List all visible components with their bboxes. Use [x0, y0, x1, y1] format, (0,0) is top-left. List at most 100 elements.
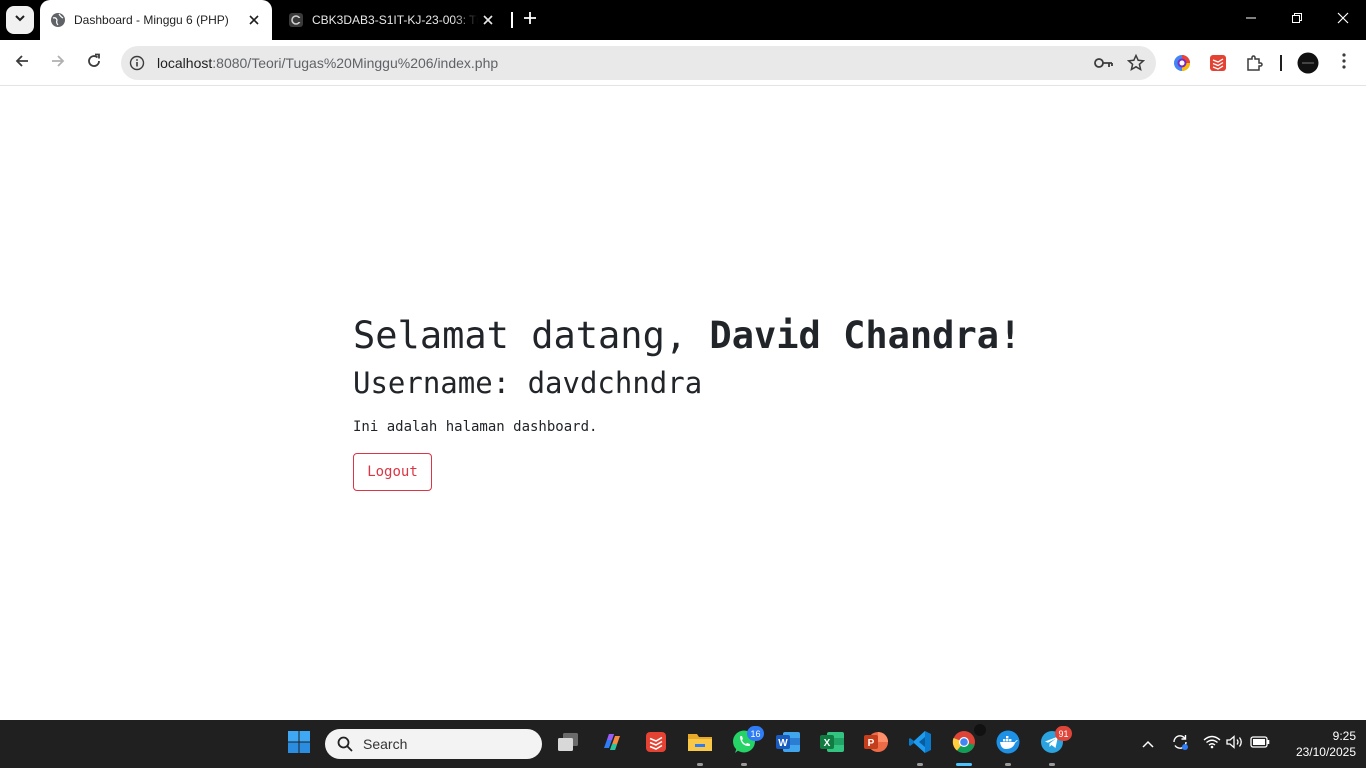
taskbar-clock[interactable]: 9:25 23/10/2025: [1276, 728, 1356, 760]
active-indicator: [956, 763, 972, 766]
taskbar: Search 16 W X P 91 9:25 23/10/2025: [0, 720, 1366, 768]
site-info-icon[interactable]: [129, 55, 145, 71]
close-icon: [1337, 11, 1349, 29]
back-button[interactable]: [8, 49, 36, 77]
tray-overflow-button[interactable]: [1138, 734, 1158, 754]
wifi-button[interactable]: [1202, 734, 1222, 754]
tab-separator: [511, 12, 513, 28]
key-icon[interactable]: [1094, 53, 1114, 73]
file-explorer-button[interactable]: [684, 728, 716, 766]
whatsapp-badge: 16: [747, 726, 764, 741]
profile-avatar[interactable]: [1297, 52, 1319, 74]
powerpoint-icon: P: [863, 730, 889, 759]
running-indicator: [697, 763, 703, 766]
vscode-icon: [908, 730, 932, 759]
restore-icon: [1291, 11, 1303, 29]
todoist-extension-icon[interactable]: [1207, 52, 1229, 74]
toolbar-divider: [1280, 55, 1282, 71]
minimize-icon: [1245, 11, 1257, 29]
menu-button[interactable]: [1333, 52, 1355, 74]
star-icon[interactable]: [1126, 53, 1146, 73]
wifi-icon: [1203, 735, 1221, 754]
browser-toolbar: localhost:8080/Teori/Tugas%20Minggu%206/…: [0, 40, 1366, 86]
welcome-suffix: !: [999, 314, 1022, 357]
todoist-icon: [645, 731, 667, 758]
telegram-badge: 91: [1055, 726, 1072, 741]
user-fullname: David Chandra: [709, 314, 1000, 357]
chrome-icon: [952, 730, 976, 759]
excel-icon: X: [819, 730, 845, 759]
folder-icon: [687, 731, 713, 758]
running-indicator: [917, 763, 923, 766]
clock-date: 23/10/2025: [1295, 745, 1356, 759]
new-tab-button[interactable]: [518, 8, 542, 32]
sync-icon: [1171, 733, 1189, 756]
url-text[interactable]: localhost:8080/Teori/Tugas%20Minggu%206/…: [157, 55, 498, 71]
puzzle-icon[interactable]: [1243, 52, 1265, 74]
dashboard-description: Ini adalah halaman dashboard.: [353, 419, 598, 435]
speaker-icon: [1226, 734, 1244, 754]
volume-button[interactable]: [1225, 734, 1245, 754]
forward-button[interactable]: [44, 49, 72, 77]
sync-status-button[interactable]: [1170, 734, 1190, 754]
tab-title: CBK3DAB3-S1IT-KJ-23-003: Tugas: [312, 13, 478, 27]
taskbar-search[interactable]: Search: [325, 729, 542, 759]
reload-button[interactable]: [80, 49, 108, 77]
tab-dashboard[interactable]: Dashboard - Minggu 6 (PHP): [40, 0, 272, 40]
welcome-heading: Selamat datang, David Chandra!: [353, 312, 1021, 360]
welcome-prefix: Selamat datang,: [353, 314, 710, 357]
tab-search-button[interactable]: [6, 6, 34, 34]
course-site-icon: [288, 12, 304, 28]
url-path: :8080/Teori/Tugas%20Minggu%206/index.php: [212, 55, 499, 71]
windows-icon: [287, 730, 311, 759]
running-indicator: [1049, 763, 1055, 766]
address-bar[interactable]: localhost:8080/Teori/Tugas%20Minggu%206/…: [121, 46, 1156, 80]
color-picker-extension-icon[interactable]: [1171, 52, 1193, 74]
tab-cbk3dab3[interactable]: CBK3DAB3-S1IT-KJ-23-003: Tugas: [278, 0, 506, 40]
logout-button[interactable]: Logout: [353, 453, 432, 491]
chevron-down-icon: [14, 11, 26, 29]
clock-time: 9:25: [1332, 729, 1356, 743]
url-host: localhost: [157, 55, 213, 71]
minimize-button[interactable]: [1228, 0, 1274, 40]
close-window-button[interactable]: [1320, 0, 1366, 40]
word-button[interactable]: W: [772, 728, 804, 760]
dashboard-content: Selamat datang, David Chandra! Username:…: [353, 312, 1021, 491]
battery-button[interactable]: [1250, 734, 1270, 754]
svg-text:W: W: [778, 738, 788, 749]
tab-strip: Dashboard - Minggu 6 (PHP) CBK3DAB3-S1IT…: [0, 0, 1366, 40]
close-icon[interactable]: [478, 10, 498, 30]
powerpoint-button[interactable]: P: [860, 728, 892, 760]
battery-icon: [1250, 735, 1270, 753]
reload-icon: [86, 53, 102, 74]
tab-title: Dashboard - Minggu 6 (PHP): [74, 13, 229, 27]
close-icon[interactable]: [244, 10, 264, 30]
chrome-button[interactable]: [948, 724, 986, 766]
task-view-button[interactable]: [552, 728, 584, 760]
word-icon: W: [775, 730, 801, 759]
chrome-profile-badge: [974, 724, 986, 736]
docker-icon: [995, 730, 1021, 759]
username-heading: Username: davdchndra: [353, 366, 703, 400]
restore-button[interactable]: [1274, 0, 1320, 40]
copilot-icon: [600, 730, 624, 759]
running-indicator: [741, 763, 747, 766]
svg-text:X: X: [824, 738, 831, 749]
task-view-icon: [556, 731, 580, 758]
search-icon: [335, 734, 355, 754]
telegram-button[interactable]: 91: [1036, 726, 1072, 766]
search-label: Search: [363, 736, 408, 752]
chevron-up-icon: [1142, 735, 1154, 753]
plus-icon: [523, 11, 537, 30]
copilot-button[interactable]: [596, 728, 628, 760]
whatsapp-button[interactable]: 16: [728, 726, 764, 766]
vscode-button[interactable]: [904, 728, 936, 766]
more-vertical-icon: [1342, 52, 1346, 74]
arrow-right-icon: [50, 53, 66, 74]
todoist-taskbar-button[interactable]: [640, 728, 672, 760]
start-button[interactable]: [283, 728, 315, 760]
running-indicator: [1005, 763, 1011, 766]
excel-button[interactable]: X: [816, 728, 848, 760]
docker-button[interactable]: [992, 728, 1024, 766]
globe-icon: [50, 12, 66, 28]
